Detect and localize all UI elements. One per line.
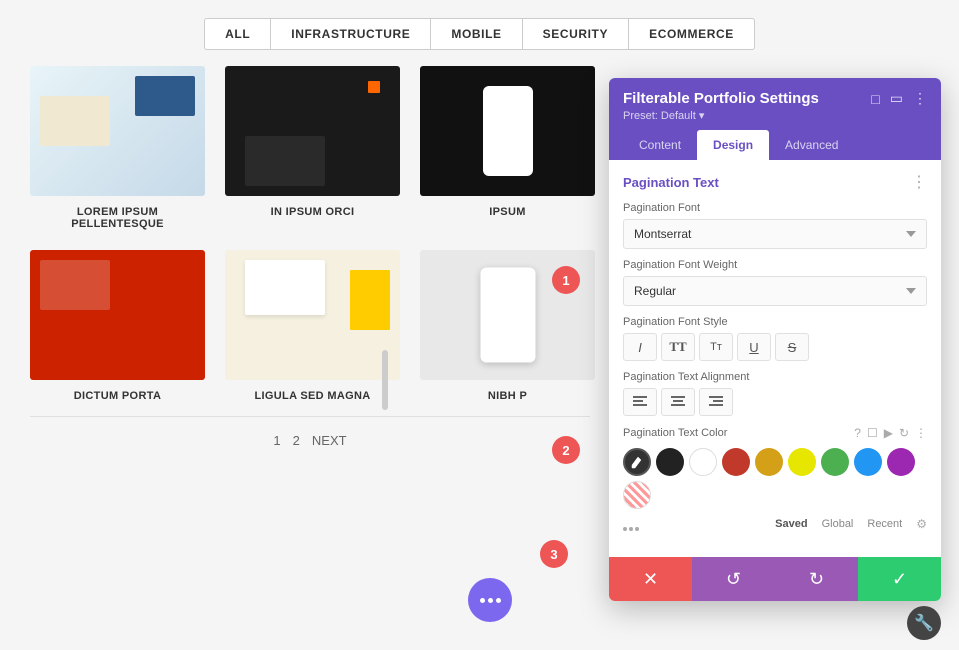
style-bold-button[interactable]: TT <box>661 333 695 361</box>
pagination-weight-select[interactable]: Regular Bold Light <box>623 276 927 306</box>
panel-expand-icon[interactable]: ▭ <box>890 90 903 107</box>
color-swatch-purple[interactable] <box>887 448 915 476</box>
page-next-link[interactable]: NEXT <box>312 433 347 448</box>
panel-preset[interactable]: Preset: Default ▾ <box>623 109 927 122</box>
panel-title: Filterable Portfolio Settings <box>623 90 819 107</box>
color-more-icon[interactable]: ⋮ <box>915 426 927 440</box>
tab-advanced[interactable]: Advanced <box>769 130 854 160</box>
portfolio-item-title: LIGULA SED MAGNA <box>254 390 370 402</box>
step-badge-1: 1 <box>552 266 580 294</box>
page-1-link[interactable]: 1 <box>273 433 280 448</box>
color-swatch-black[interactable] <box>656 448 684 476</box>
tab-content[interactable]: Content <box>623 130 697 160</box>
portfolio-thumbnail <box>30 250 205 380</box>
color-swatch-white[interactable] <box>689 448 717 476</box>
list-item: IN IPSUM ORCI <box>225 66 400 230</box>
filter-ecommerce[interactable]: ECOMMERCE <box>628 18 755 50</box>
color-swatch-blue[interactable] <box>854 448 882 476</box>
panel-header: Filterable Portfolio Settings □ ▭ ⋮ Pres… <box>609 78 941 160</box>
undo-button[interactable]: ↺ <box>692 557 775 601</box>
save-button[interactable]: ✓ <box>858 557 941 601</box>
style-underline-button[interactable]: U <box>737 333 771 361</box>
saved-label[interactable]: Saved <box>775 518 807 530</box>
color-swatch-orange[interactable] <box>755 448 783 476</box>
recent-label[interactable]: Recent <box>867 518 902 530</box>
portfolio-item-title: DICTUM PORTA <box>74 390 161 402</box>
settings-panel: Filterable Portfolio Settings □ ▭ ⋮ Pres… <box>609 78 941 601</box>
pagination-color-label: Pagination Text Color <box>623 427 727 439</box>
alignment-buttons <box>623 388 927 416</box>
style-caps-button[interactable]: Tт <box>699 333 733 361</box>
panel-tabs: Content Design Advanced <box>623 130 927 160</box>
portfolio-grid: LOREM IPSUMPELLENTESQUE IN IPSUM ORCI IP… <box>0 66 590 412</box>
section-menu-icon[interactable]: ⋮ <box>911 172 927 192</box>
floating-menu-button[interactable] <box>468 578 512 622</box>
pagination-style-label: Pagination Font Style <box>623 316 927 328</box>
style-italic-button[interactable]: I <box>623 333 657 361</box>
section-title: Pagination Text <box>623 175 719 190</box>
portfolio-item-title: IN IPSUM ORCI <box>271 206 355 218</box>
cancel-button[interactable]: ✕ <box>609 557 692 601</box>
step-badge-2: 2 <box>552 436 580 464</box>
step-badge-3: 3 <box>540 540 568 568</box>
align-right-button[interactable] <box>699 388 733 416</box>
panel-responsive-icon[interactable]: □ <box>871 91 879 107</box>
color-swatch-custom[interactable] <box>623 481 651 509</box>
filter-bar: ALL INFRASTRUCTURE MOBILE SECURITY ECOMM… <box>0 0 959 66</box>
color-picker-swatch[interactable] <box>623 448 651 476</box>
filter-mobile[interactable]: MOBILE <box>430 18 521 50</box>
portfolio-item-title: LOREM IPSUMPELLENTESQUE <box>71 206 164 230</box>
tab-design[interactable]: Design <box>697 130 769 160</box>
color-row-header: Pagination Text Color ? ☐ ▶ ↻ ⋮ <box>623 426 927 440</box>
color-dots <box>623 527 639 531</box>
portfolio-item-title: NIBH P <box>488 390 527 402</box>
action-bar: ✕ ↺ ↻ ✓ <box>609 557 941 601</box>
global-label[interactable]: Global <box>822 518 854 530</box>
color-swatch-red[interactable] <box>722 448 750 476</box>
color-mobile-icon[interactable]: ☐ <box>867 426 878 440</box>
filter-infrastructure[interactable]: INFRASTRUCTURE <box>270 18 430 50</box>
pagination-alignment-label: Pagination Text Alignment <box>623 371 927 383</box>
page-2-link[interactable]: 2 <box>293 433 300 448</box>
pagination-weight-label: Pagination Font Weight <box>623 259 927 271</box>
section-header: Pagination Text ⋮ <box>623 172 927 192</box>
list-item: DICTUM PORTA <box>30 250 205 402</box>
pagination: 1 2 NEXT <box>0 421 590 456</box>
list-item: LIGULA SED MAGNA <box>225 250 400 402</box>
filter-security[interactable]: SECURITY <box>522 18 628 50</box>
color-row-icons: ? ☐ ▶ ↻ ⋮ <box>854 426 927 440</box>
portfolio-thumbnail <box>420 66 595 196</box>
panel-body: Pagination Text ⋮ Pagination Font Montse… <box>609 160 941 557</box>
wrench-button[interactable]: 🔧 <box>907 606 941 640</box>
color-reset-icon[interactable]: ↻ <box>899 426 909 440</box>
scrollbar-handle[interactable] <box>382 350 388 410</box>
settings-gear-icon[interactable]: ⚙ <box>916 517 927 531</box>
list-item: LOREM IPSUMPELLENTESQUE <box>30 66 205 230</box>
color-help-icon[interactable]: ? <box>854 426 861 440</box>
font-style-buttons: I TT Tт U S <box>623 333 927 361</box>
color-swatches <box>623 448 927 509</box>
align-left-button[interactable] <box>623 388 657 416</box>
portfolio-thumbnail <box>225 66 400 196</box>
portfolio-item-title: IPSUM <box>489 206 526 218</box>
portfolio-thumbnail <box>30 66 205 196</box>
saved-row: Saved Global Recent ⚙ <box>775 517 927 531</box>
panel-header-icons: □ ▭ ⋮ <box>871 90 927 107</box>
color-swatch-green[interactable] <box>821 448 849 476</box>
list-item: IPSUM <box>420 66 595 230</box>
filter-all[interactable]: ALL <box>204 18 270 50</box>
pagination-font-label: Pagination Font <box>623 202 927 214</box>
redo-button[interactable]: ↻ <box>775 557 858 601</box>
style-strikethrough-button[interactable]: S <box>775 333 809 361</box>
color-swatch-yellow[interactable] <box>788 448 816 476</box>
panel-more-icon[interactable]: ⋮ <box>913 90 927 107</box>
pagination-font-select[interactable]: Montserrat Open Sans Roboto <box>623 219 927 249</box>
align-center-button[interactable] <box>661 388 695 416</box>
portfolio-thumbnail <box>225 250 400 380</box>
color-cursor-icon[interactable]: ▶ <box>884 426 893 440</box>
